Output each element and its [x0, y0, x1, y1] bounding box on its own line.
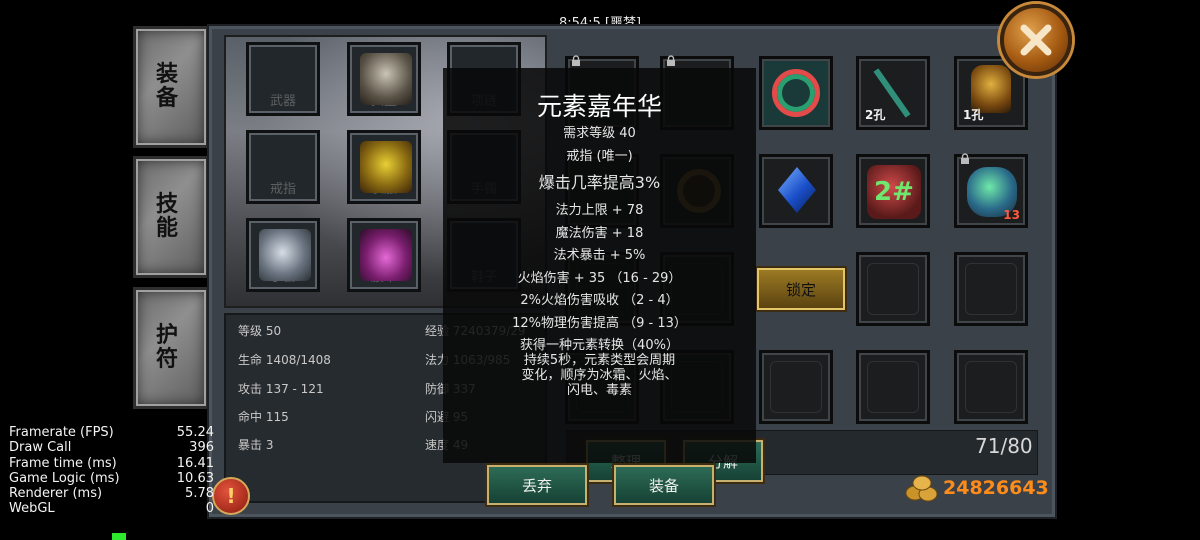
stat-hp: 生命 1408/1408	[238, 353, 331, 367]
glove-item-icon	[259, 229, 311, 281]
stat-attack: 攻击 137 - 121	[238, 382, 324, 396]
tab-talisman[interactable]: 护符	[133, 287, 209, 409]
alert-icon[interactable]: !	[212, 477, 250, 515]
close-button[interactable]	[1000, 4, 1072, 76]
tab-skills[interactable]: 技能	[133, 156, 209, 278]
perf-label: Renderer (ms)	[9, 486, 103, 502]
equip-slot-ring[interactable]: 戒指	[246, 130, 320, 204]
tooltip-stat: 法力上限 + 78	[555, 203, 644, 218]
helmet-item-icon	[360, 53, 412, 105]
inventory-slot[interactable]: 13	[954, 153, 1028, 228]
stat-level: 等级 50	[238, 324, 282, 338]
tooltip-stat: 魔法伤害 + 18	[555, 226, 644, 241]
lock-icon	[572, 55, 580, 66]
inventory-slot[interactable]	[759, 350, 833, 424]
tooltip-title: 元素嘉年华	[536, 92, 662, 121]
gold-amount: 24826643	[943, 477, 1049, 499]
equip-slot-armor[interactable]: 衣服	[347, 130, 421, 204]
perf-label: Draw Call	[9, 440, 72, 456]
gold-coins-icon	[905, 475, 938, 502]
tooltip-stat: 火焰伤害 + 35 （16 - 29）	[517, 271, 682, 286]
inventory-capacity: 71/80	[975, 434, 1033, 458]
inventory-slot[interactable]	[759, 56, 833, 130]
perf-value: 55.24	[176, 425, 214, 440]
tab-equipment[interactable]: 装备	[133, 26, 209, 148]
status-indicator	[112, 533, 126, 540]
lock-icon	[961, 153, 969, 164]
tooltip-stat: 12%物理伤害提高 （9 - 13）	[512, 316, 687, 331]
tooltip-desc: 闪电、毒素	[566, 383, 632, 398]
discard-button[interactable]: 丢弃	[487, 465, 587, 505]
inventory-slot[interactable]: 2孔	[856, 56, 930, 130]
stat-crit: 暴击 3	[238, 438, 274, 452]
perf-label: Frame time (ms)	[9, 455, 117, 471]
socket-gem-item-icon: 2#	[867, 165, 921, 219]
tab-skills-label: 技能	[156, 191, 179, 241]
inventory-slot[interactable]: 2#	[856, 154, 930, 228]
tab-equipment-label: 装备	[156, 61, 179, 111]
inventory-slot[interactable]	[856, 350, 930, 424]
performance-overlay: Framerate (FPS) 55.24 Draw Call 396 Frame …	[9, 425, 214, 517]
equip-slot-weapon-label: 武器	[269, 94, 296, 109]
equip-slot-ring-label: 戒指	[269, 182, 296, 197]
tooltip-stat: 法术暴击 + 5%	[553, 248, 646, 263]
perf-label: Framerate (FPS)	[9, 425, 114, 440]
equip-slot-glove[interactable]: 手套	[246, 218, 320, 292]
perf-value: 0	[205, 501, 214, 517]
socket-count: 1孔	[963, 108, 984, 122]
tooltip-level-req: 需求等级 40	[563, 126, 636, 141]
lock-icon	[667, 55, 675, 66]
stack-count: 13	[1003, 208, 1020, 222]
armor-item-icon	[360, 141, 412, 193]
inventory-slot[interactable]	[759, 154, 833, 228]
close-icon	[1020, 24, 1052, 56]
perf-label: Game Logic (ms)	[9, 470, 120, 486]
inventory-slot[interactable]	[954, 252, 1028, 326]
perf-value: 16.41	[176, 455, 214, 471]
stat-hit: 命中 115	[238, 410, 289, 424]
equip-slot-belt[interactable]: 腰带	[347, 218, 421, 292]
tooltip-item-type: 戒指 (唯一)	[566, 149, 633, 164]
item-tooltip: 元素嘉年华 需求等级 40 戒指 (唯一) 爆击几率提高3% 法力上限 + 78…	[443, 68, 756, 463]
perf-value: 10.63	[176, 470, 214, 486]
perf-value: 5.78	[185, 486, 214, 502]
equip-slot-helmet[interactable]: 头盔	[347, 42, 421, 116]
tooltip-bonus: 爆击几率提高3%	[538, 173, 661, 192]
belt-item-icon	[360, 229, 412, 281]
equip-button[interactable]: 装备	[614, 465, 714, 505]
inventory-slot[interactable]	[954, 350, 1028, 424]
inventory-slot[interactable]	[856, 252, 930, 326]
socket-count: 2孔	[865, 108, 886, 122]
lock-button[interactable]: 锁定	[757, 268, 845, 310]
blue-gem-item-icon	[778, 167, 816, 213]
necklace-item-icon	[772, 69, 820, 117]
perf-label: WebGL	[9, 501, 55, 517]
tooltip-stat: 2%火焰伤害吸收 （2 - 4）	[520, 293, 679, 308]
tab-talisman-label: 护符	[156, 322, 179, 372]
perf-value: 396	[189, 440, 214, 456]
equip-slot-weapon[interactable]: 武器	[246, 42, 320, 116]
